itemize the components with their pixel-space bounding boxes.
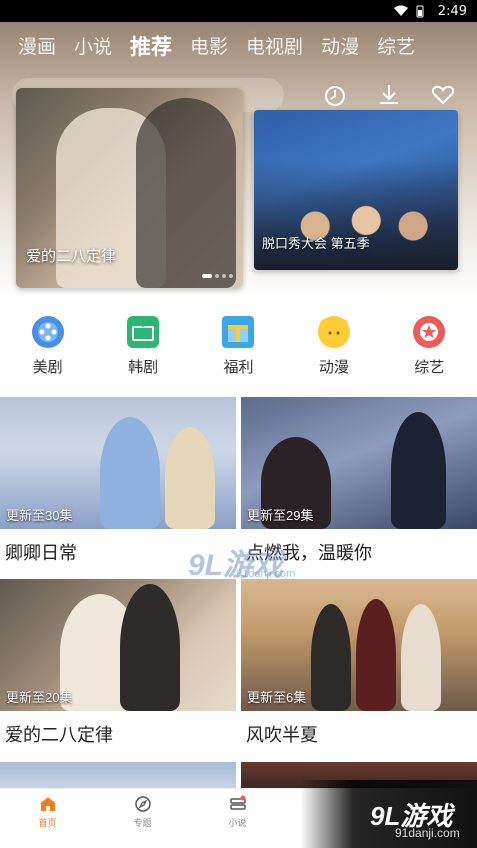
nav-label: 首页 [38,818,57,828]
episode-badge: 更新至6集 [247,690,307,705]
show-figure [391,412,446,529]
pagination-dot [222,274,226,278]
status-time: 2:49 [437,3,467,19]
star-badge-icon [413,316,446,348]
film-reel-icon [31,316,64,348]
banner-side-title: 脱口秀大会 第五季 [262,236,370,251]
banner-main-title: 爱的二八定律 [26,248,117,265]
tv-icon [127,316,160,348]
nav-novel[interactable]: 小说 [190,789,285,848]
episode-badge: 更新至29集 [247,508,314,523]
tab-manhua[interactable]: 漫画 [18,34,56,62]
top-action-icons [322,82,456,108]
tab-movie[interactable]: 电影 [190,34,228,62]
pagination-dot [229,274,233,278]
category-fuli[interactable]: 福利 [198,316,278,378]
category-tabs: 漫画 小说 推荐 电影 电视剧 动漫 综艺 [18,34,415,62]
show-thumbnail[interactable] [0,762,236,788]
category-label: 综艺 [414,359,445,376]
home-icon [39,795,57,813]
show-card[interactable]: 更新至20集 爱的二八定律 [0,579,236,747]
compass-icon [134,795,152,813]
category-zongyi[interactable]: 综艺 [389,316,469,378]
tab-anime[interactable]: 动漫 [321,34,359,62]
category-hanju[interactable]: 韩剧 [103,316,183,378]
banner-side-image [254,160,458,270]
episode-badge: 更新至20集 [6,690,73,705]
status-bar: 2:49 [0,0,477,22]
pagination-dot [215,274,219,278]
show-title: 风吹半夏 [246,725,318,745]
watermark-url: 91danji.com [395,826,460,840]
show-thumbnail: 更新至20集 [0,579,236,711]
banner-side[interactable]: 脱口秀大会 第五季 [254,110,458,270]
category-shortcuts: 美剧 韩剧 福利 动漫 综艺 [0,316,477,378]
tab-tv-series[interactable]: 电视剧 [246,34,303,62]
pagination-dot [202,274,212,278]
tab-novel[interactable]: 小说 [74,34,112,62]
tab-recommend[interactable]: 推荐 [130,34,172,62]
category-label: 福利 [223,359,254,376]
nav-label: 小说 [228,818,247,828]
category-dongman[interactable]: 动漫 [294,316,374,378]
nav-topics[interactable]: 专题 [95,789,190,848]
nav-label: 专题 [133,818,152,828]
show-figure [311,604,351,711]
show-card[interactable]: 更新至6集 风吹半夏 [241,579,477,747]
show-figure [165,427,215,529]
category-meiju[interactable]: 美剧 [8,316,88,378]
tab-variety[interactable]: 综艺 [377,34,415,62]
category-label: 美剧 [32,359,63,376]
show-figure [356,599,396,711]
episode-badge: 更新至30集 [6,508,73,523]
wifi-icon [393,5,408,17]
show-figure [401,604,441,711]
gift-box-icon [222,316,255,348]
show-thumbnail: 更新至29集 [241,397,477,529]
show-title: 爱的二八定律 [5,725,113,745]
category-label: 韩剧 [128,359,159,376]
banner-pagination [202,274,233,278]
battery-icon [416,5,430,18]
history-icon[interactable] [322,82,348,108]
show-thumbnail: 更新至6集 [241,579,477,711]
bear-icon [317,316,350,348]
banner-figure [136,98,236,288]
banner-main[interactable]: 爱的二八定律 [16,88,243,288]
book-icon [229,795,247,813]
watermark-url: 91danji.com [236,568,296,580]
nav-home[interactable]: 首页 [0,789,95,848]
category-label: 动漫 [318,359,349,376]
favorite-icon[interactable] [430,82,456,108]
show-figure [120,584,180,711]
show-thumbnail: 更新至30集 [0,397,236,529]
show-figure [100,417,160,529]
download-icon[interactable] [376,82,402,108]
